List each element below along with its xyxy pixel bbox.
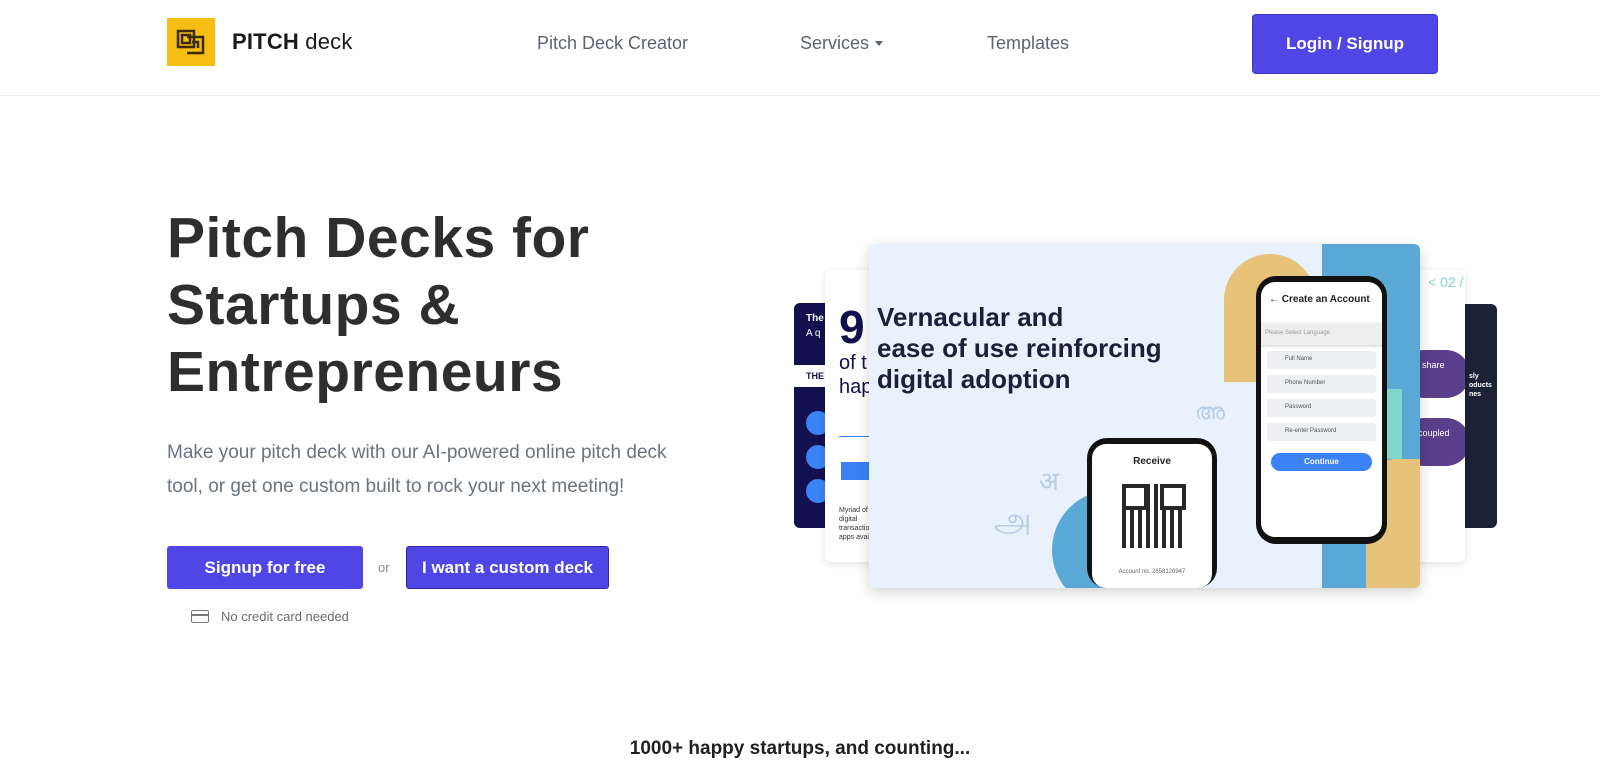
left-back-text-2: A q: [806, 328, 821, 339]
hero-subtitle-line1: Make your pitch deck with our AI-powered…: [167, 442, 667, 463]
phone-receive-screen: Receive Account no. 2658120947: [1092, 444, 1212, 588]
devanagari-glyph-icon: अ: [1039, 467, 1059, 497]
left-back-text-3: THE: [806, 371, 824, 381]
right-front-page-number: < 02 /: [1428, 274, 1464, 290]
no-credit-card-note: No credit card needed: [191, 609, 349, 624]
brand-logo[interactable]: PITCH deck: [167, 18, 353, 66]
hero-subtitle: Make your pitch deck with our AI-powered…: [167, 436, 727, 504]
slide-heading-line3: digital adoption: [877, 364, 1071, 394]
tamil-glyph-icon: அ: [994, 500, 1032, 540]
or-separator: or: [378, 560, 390, 575]
signup-free-button[interactable]: Signup for free: [167, 546, 363, 589]
brand-name: PITCH deck: [232, 29, 353, 55]
brand-name-bold: PITCH: [232, 29, 299, 54]
continue-button: Continue: [1271, 453, 1372, 471]
receive-title: Receive: [1092, 444, 1212, 467]
hero-title-line2: Startups &: [167, 273, 461, 337]
slide-heading-line2: ease of use reinforcing: [877, 333, 1162, 363]
credit-card-icon: [191, 610, 209, 623]
right-front-share: share: [1422, 360, 1445, 370]
left-back-text-1: The: [806, 313, 824, 324]
slide-heading-line1: Vernacular and: [877, 302, 1064, 332]
left-big-number: 9: [839, 301, 865, 353]
nav-templates[interactable]: Templates: [987, 33, 1069, 54]
reenter-password-field: Re-enter Password: [1267, 423, 1376, 441]
caret-down-icon: [875, 41, 884, 46]
malayalam-glyph-icon: അ: [1195, 400, 1225, 425]
nested-squares-icon: [167, 18, 215, 66]
left-front-line-2: hap: [839, 376, 873, 398]
phone-receive: Receive Account no. 2658120947: [1087, 438, 1217, 588]
hero-subtitle-line2: tool, or get one custom built to rock yo…: [167, 476, 625, 497]
brand-name-light: deck: [299, 29, 353, 54]
hero-title-line1: Pitch Decks for: [167, 206, 590, 270]
qr-code-icon: [1122, 484, 1186, 548]
password-field: Password: [1267, 399, 1376, 417]
nav-services-label: Services: [800, 33, 870, 53]
language-select: Please Select Language: [1261, 323, 1382, 345]
right-front-coupled: coupled: [1418, 428, 1450, 438]
nav-pitch-deck-creator[interactable]: Pitch Deck Creator: [537, 33, 688, 54]
phone-create-account: ← Create an Account Please Select Langua…: [1256, 276, 1387, 544]
featured-slide-preview: अ அ അ Vernacular and ease of use reinfor…: [869, 244, 1420, 588]
no-credit-card-text: No credit card needed: [221, 609, 349, 624]
receive-title-text: Receive: [1133, 456, 1171, 467]
account-number: Account no. 2658120947: [1118, 569, 1186, 575]
hero-title: Pitch Decks for Startups & Entrepreneurs: [167, 205, 727, 406]
login-signup-button[interactable]: Login / Signup: [1252, 14, 1438, 74]
hero-title-line3: Entrepreneurs: [167, 340, 564, 404]
left-front-line-1: of t: [839, 352, 867, 374]
top-navbar: PITCH deck Pitch Deck Creator Services T…: [0, 0, 1600, 96]
phone-number-field: Phone Number: [1267, 375, 1376, 393]
full-name-field: Full Name: [1267, 351, 1376, 369]
social-proof-tagline: 1000+ happy startups, and counting...: [629, 738, 971, 759]
slide-heading: Vernacular and ease of use reinforcing d…: [877, 302, 1207, 395]
phone-create-account-screen: ← Create an Account Please Select Langua…: [1261, 282, 1382, 537]
create-account-title: ← Create an Account: [1269, 294, 1370, 305]
right-back-text: sly oducts nes: [1469, 373, 1492, 398]
custom-deck-button[interactable]: I want a custom deck: [406, 546, 609, 589]
nav-services-dropdown[interactable]: Services: [800, 33, 884, 54]
create-account-title-text: Create an Account: [1281, 294, 1370, 305]
